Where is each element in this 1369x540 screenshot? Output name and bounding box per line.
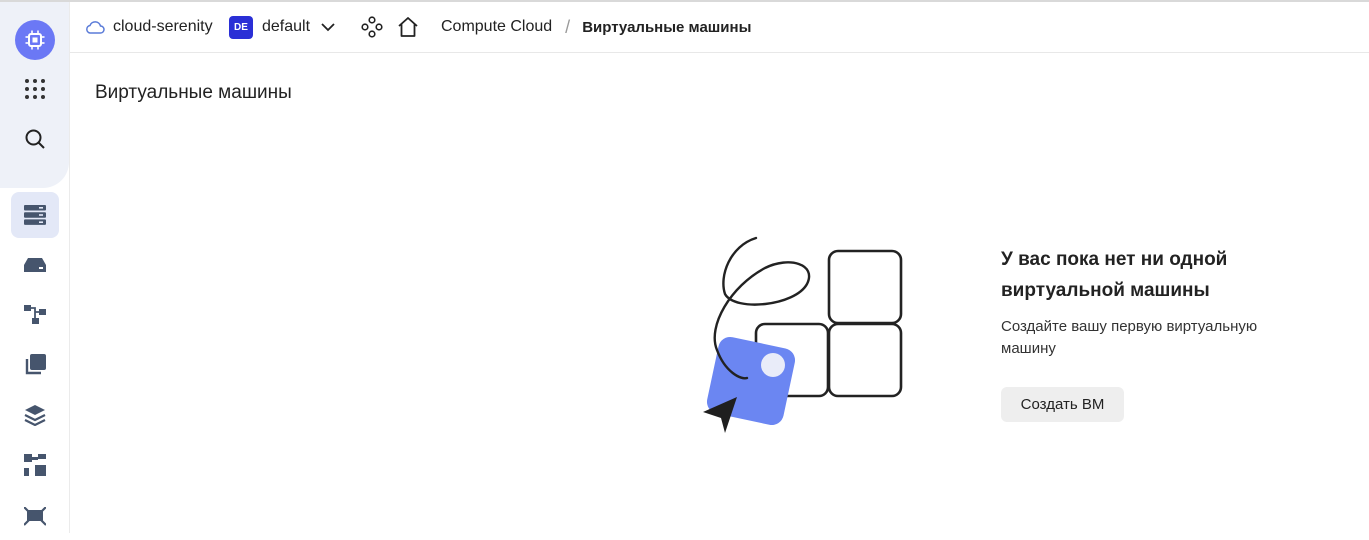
all-services-icon[interactable] xyxy=(11,66,59,112)
placement-groups-icon[interactable] xyxy=(11,442,59,488)
org-badge: DE xyxy=(229,15,253,39)
more-icon[interactable] xyxy=(11,494,59,540)
cloud-name: cloud-serenity xyxy=(113,18,213,35)
images-icon[interactable] xyxy=(11,392,59,438)
home-icon[interactable] xyxy=(397,2,419,52)
chevron-down-icon xyxy=(321,22,335,32)
snapshots-icon[interactable] xyxy=(11,342,59,388)
disks-icon[interactable] xyxy=(11,242,59,288)
sidebar xyxy=(0,2,70,533)
cloud-selector[interactable]: cloud-serenity xyxy=(85,2,213,52)
page-title: Виртуальные машины xyxy=(95,82,292,103)
resource-graph-icon[interactable] xyxy=(361,2,383,52)
folder-selector[interactable]: DE default xyxy=(229,2,335,52)
app-logo-icon[interactable] xyxy=(15,20,55,60)
breadcrumb-separator: / xyxy=(565,16,571,37)
virtual-machines-icon[interactable] xyxy=(11,192,59,238)
cloud-icon xyxy=(85,20,105,34)
breadcrumb: Compute Cloud / Виртуальные машины xyxy=(441,2,751,52)
search-icon[interactable] xyxy=(11,116,59,162)
instance-groups-icon[interactable] xyxy=(11,292,59,338)
breadcrumb-current: Виртуальные машины xyxy=(582,18,752,36)
empty-state-title: У вас пока нет ни одной виртуальной маши… xyxy=(1001,249,1228,301)
breadcrumb-service-link[interactable]: Compute Cloud xyxy=(441,18,552,36)
folder-name: default xyxy=(262,18,311,35)
top-header: cloud-serenity DE default Compute Cloud … xyxy=(70,2,1369,53)
empty-state-description: Создайте вашу первую виртуальную машину xyxy=(1001,318,1258,357)
create-vm-button[interactable]: Создать ВМ xyxy=(1001,387,1124,422)
empty-state-illustration xyxy=(695,232,910,442)
